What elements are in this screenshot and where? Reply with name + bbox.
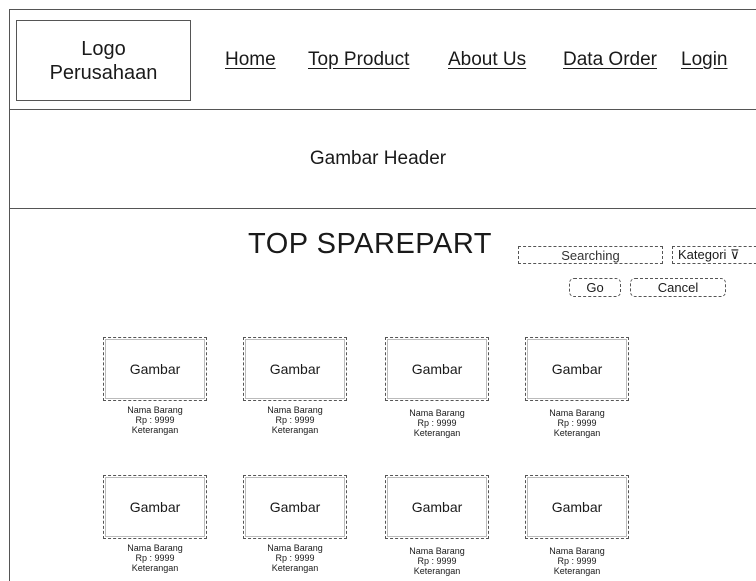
- product-card[interactable]: Gambar Nama Barang Rp : 9999 Keterangan: [525, 337, 631, 438]
- product-card[interactable]: Gambar Nama Barang Rp : 9999 Keterangan: [525, 475, 631, 576]
- product-description: Keterangan: [271, 425, 319, 435]
- product-name: Nama Barang: [267, 543, 323, 553]
- nav-link-data-order[interactable]: Data Order: [563, 49, 657, 71]
- product-name: Nama Barang: [127, 543, 183, 553]
- product-description: Keterangan: [271, 563, 319, 573]
- product-card[interactable]: Gambar Nama Barang Rp : 9999 Keterangan: [385, 337, 491, 438]
- product-image[interactable]: Gambar: [525, 337, 629, 401]
- product-price: Rp : 9999: [417, 556, 457, 566]
- go-button[interactable]: Go: [569, 278, 621, 297]
- product-price: Rp : 9999: [417, 418, 457, 428]
- product-card[interactable]: Gambar Nama Barang Rp : 9999 Keterangan: [243, 475, 349, 573]
- product-name: Nama Barang: [267, 405, 323, 415]
- header-image-label: Gambar Header: [309, 148, 447, 169]
- product-name: Nama Barang: [549, 408, 605, 418]
- product-price: Rp : 9999: [135, 553, 175, 563]
- cancel-button[interactable]: Cancel: [630, 278, 726, 297]
- company-logo[interactable]: Logo Perusahaan: [16, 20, 191, 101]
- nav-link-about-us[interactable]: About Us: [448, 49, 526, 71]
- product-card[interactable]: Gambar Nama Barang Rp : 9999 Keterangan: [385, 475, 491, 576]
- product-image[interactable]: Gambar: [243, 475, 347, 539]
- product-image[interactable]: Gambar: [385, 475, 489, 539]
- product-price: Rp : 9999: [135, 415, 175, 425]
- logo-line-1: Logo: [81, 37, 126, 60]
- product-description: Keterangan: [413, 566, 461, 576]
- product-card[interactable]: Gambar Nama Barang Rp : 9999 Keterangan: [103, 475, 209, 573]
- product-description: Keterangan: [413, 428, 461, 438]
- product-price: Rp : 9999: [557, 556, 597, 566]
- header-banner: Gambar Header: [9, 109, 756, 209]
- product-card[interactable]: Gambar Nama Barang Rp : 9999 Keterangan: [103, 337, 209, 435]
- product-price: Rp : 9999: [557, 418, 597, 428]
- page: Logo Perusahaan Home Top Product About U…: [0, 0, 756, 581]
- product-name: Nama Barang: [409, 546, 465, 556]
- product-image[interactable]: Gambar: [103, 337, 207, 401]
- product-name: Nama Barang: [127, 405, 183, 415]
- product-description: Keterangan: [553, 566, 601, 576]
- category-dropdown[interactable]: Kategori ⊽: [672, 246, 756, 264]
- product-price: Rp : 9999: [275, 553, 315, 563]
- product-image[interactable]: Gambar: [385, 337, 489, 401]
- nav-link-top-product[interactable]: Top Product: [308, 49, 409, 71]
- nav-link-home[interactable]: Home: [225, 49, 276, 71]
- logo-line-2: Perusahaan: [49, 61, 158, 84]
- product-image[interactable]: Gambar: [243, 337, 347, 401]
- product-name: Nama Barang: [409, 408, 465, 418]
- product-description: Keterangan: [553, 428, 601, 438]
- product-description: Keterangan: [131, 563, 179, 573]
- product-image[interactable]: Gambar: [525, 475, 629, 539]
- nav-link-login[interactable]: Login: [681, 49, 728, 71]
- product-description: Keterangan: [131, 425, 179, 435]
- product-image[interactable]: Gambar: [103, 475, 207, 539]
- search-input[interactable]: [518, 246, 663, 264]
- product-price: Rp : 9999: [275, 415, 315, 425]
- product-name: Nama Barang: [549, 546, 605, 556]
- product-card[interactable]: Gambar Nama Barang Rp : 9999 Keterangan: [243, 337, 349, 435]
